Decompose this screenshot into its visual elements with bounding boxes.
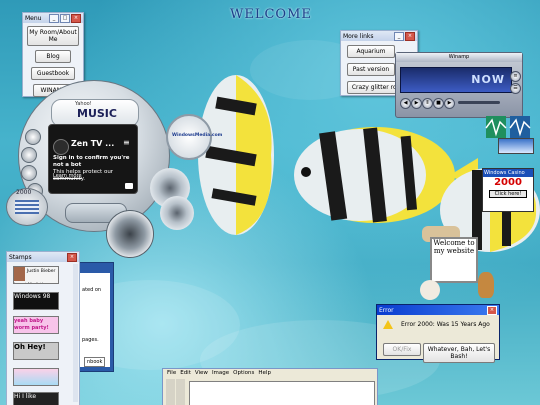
menu-image[interactable]: Image xyxy=(212,370,229,376)
link-button-aquarium[interactable]: Aquarium xyxy=(347,45,395,58)
background-window-text: ated on xyxy=(82,287,102,293)
windowsmedia-badge[interactable]: WindowsMedia.com xyxy=(166,114,222,160)
stamp-item: Justin Bieber is not My father xyxy=(13,266,59,284)
error-dialog-titlebar[interactable]: Error × xyxy=(377,305,499,315)
menu-options[interactable]: Options xyxy=(233,370,254,376)
link-button-past-version[interactable]: Past version xyxy=(347,63,395,76)
maximize-icon[interactable]: □ xyxy=(60,13,70,23)
video-embed-popup: Zen TV ... ≡ Sign in to confirm you're n… xyxy=(48,124,138,194)
music-disc-icon[interactable] xyxy=(106,210,154,258)
menu-file[interactable]: File xyxy=(167,370,176,376)
previous-icon[interactable]: ◀ xyxy=(400,98,411,109)
learn-more-link[interactable]: Learn more xyxy=(53,173,82,179)
paint-window: File Edit View Image Options Help xyxy=(162,368,378,405)
menu-edit[interactable]: Edit xyxy=(180,370,191,376)
bash-button[interactable]: Whatever, Bah, Let's Bash! xyxy=(423,343,495,363)
menu-help[interactable]: Help xyxy=(258,370,271,376)
year-badge-label: 2000 xyxy=(16,189,32,196)
background-window-button[interactable]: nbook xyxy=(84,357,106,367)
dog-icon xyxy=(420,280,440,300)
stop-icon[interactable]: ■ xyxy=(433,98,444,109)
small-banner[interactable] xyxy=(498,138,534,154)
windowsmedia-label: WindowsMedia.com xyxy=(172,133,223,138)
menu-button-about[interactable]: My Room/About Me xyxy=(27,26,79,46)
stamp-item xyxy=(13,368,59,386)
ok-fix-button: OK/Fix xyxy=(383,343,421,356)
video-subtitle: Sign in to confirm you're not a bot xyxy=(53,155,130,168)
stamp-text: Oh Hey! xyxy=(14,343,46,351)
more-options-icon[interactable]: ≡ xyxy=(123,138,130,147)
desktop: WELCOME Menu _ □ × My Room/About Me Blog… xyxy=(0,0,540,405)
ad-title: Windows Casino xyxy=(483,169,533,177)
error-message: Error 2000: Was 15 Years Ago xyxy=(401,321,490,328)
error-dialog: Error × Error 2000: Was 15 Years Ago OK/… xyxy=(376,304,500,363)
pause-icon[interactable]: Ⅱ xyxy=(422,98,433,109)
ad-cta-button[interactable]: Click here! xyxy=(489,190,527,198)
stamp-text: Windows 98 xyxy=(14,293,51,300)
player-titlebar[interactable]: Winamp xyxy=(396,53,522,62)
playlist-icon[interactable]: ☰ xyxy=(510,83,521,94)
stamps-window-titlebar[interactable]: Stamps × xyxy=(7,252,79,262)
close-icon[interactable]: × xyxy=(67,252,77,262)
menu-view[interactable]: View xyxy=(195,370,208,376)
stamps-window: Stamps × Justin Bieber is not My father … xyxy=(6,251,80,405)
player-button-icon[interactable] xyxy=(21,165,37,181)
minimize-icon[interactable]: _ xyxy=(394,31,404,41)
page-title: WELCOME xyxy=(230,7,312,22)
cat-icon xyxy=(478,272,494,298)
player-button-icon[interactable] xyxy=(25,129,41,145)
next-icon[interactable]: ▶ xyxy=(444,98,455,109)
minimize-icon[interactable]: _ xyxy=(49,13,59,23)
year-badge: 2000 xyxy=(6,188,48,226)
music-brand-large: MUSIC xyxy=(77,107,117,120)
close-icon[interactable]: × xyxy=(487,305,497,315)
window-title: Menu xyxy=(25,14,42,22)
stamp-item: yeah baby worm party! xyxy=(13,316,59,334)
menu-button-guestbook[interactable]: Guestbook xyxy=(31,67,75,80)
ad-headline: 2000 xyxy=(494,177,522,188)
links-window-titlebar[interactable]: More links _ × xyxy=(341,31,417,41)
youtube-icon[interactable] xyxy=(125,183,133,189)
play-icon[interactable]: ▶ xyxy=(411,98,422,109)
paint-menubar: File Edit View Image Options Help xyxy=(163,369,377,377)
close-icon[interactable]: × xyxy=(405,31,415,41)
scrollbar[interactable] xyxy=(73,264,78,402)
equalizer-icon[interactable]: ≡ xyxy=(510,71,521,82)
menu-button-blog[interactable]: Blog xyxy=(35,50,71,63)
stamp-text: yeah baby worm party! xyxy=(14,318,49,331)
player-display-text: NOW xyxy=(471,73,505,86)
warning-icon xyxy=(383,320,393,329)
speaker-icon xyxy=(160,196,194,230)
paint-toolbox[interactable] xyxy=(166,379,186,405)
media-player: Winamp NOW ◀ ▶ Ⅱ ■ ▶ ≡ ☰ xyxy=(395,52,523,118)
keyboard-icon xyxy=(15,200,39,214)
window-title: Stamps xyxy=(9,253,32,261)
stamp-item: Oh Hey! xyxy=(13,342,59,360)
dialog-title: Error xyxy=(379,306,394,314)
menu-window-titlebar[interactable]: Menu _ □ × xyxy=(23,13,83,23)
channel-avatar-icon xyxy=(53,139,69,155)
video-title: Zen TV ... xyxy=(71,139,115,148)
background-window-text: pages. xyxy=(82,337,99,343)
volume-slider[interactable] xyxy=(458,101,500,104)
stamp-item: Windows 98 xyxy=(13,292,59,310)
photo-icon xyxy=(14,267,25,281)
player-button-icon[interactable] xyxy=(21,147,37,163)
window-title: More links xyxy=(343,32,374,40)
stamp-item: Hi I like xyxy=(13,392,59,405)
player-display: NOW xyxy=(400,67,512,93)
windows-casino-ad[interactable]: Windows Casino 2000 Click here! xyxy=(482,168,534,212)
close-icon[interactable]: × xyxy=(71,13,81,23)
paint-canvas[interactable] xyxy=(189,381,375,405)
stamp-text: Hi I like xyxy=(14,393,37,400)
